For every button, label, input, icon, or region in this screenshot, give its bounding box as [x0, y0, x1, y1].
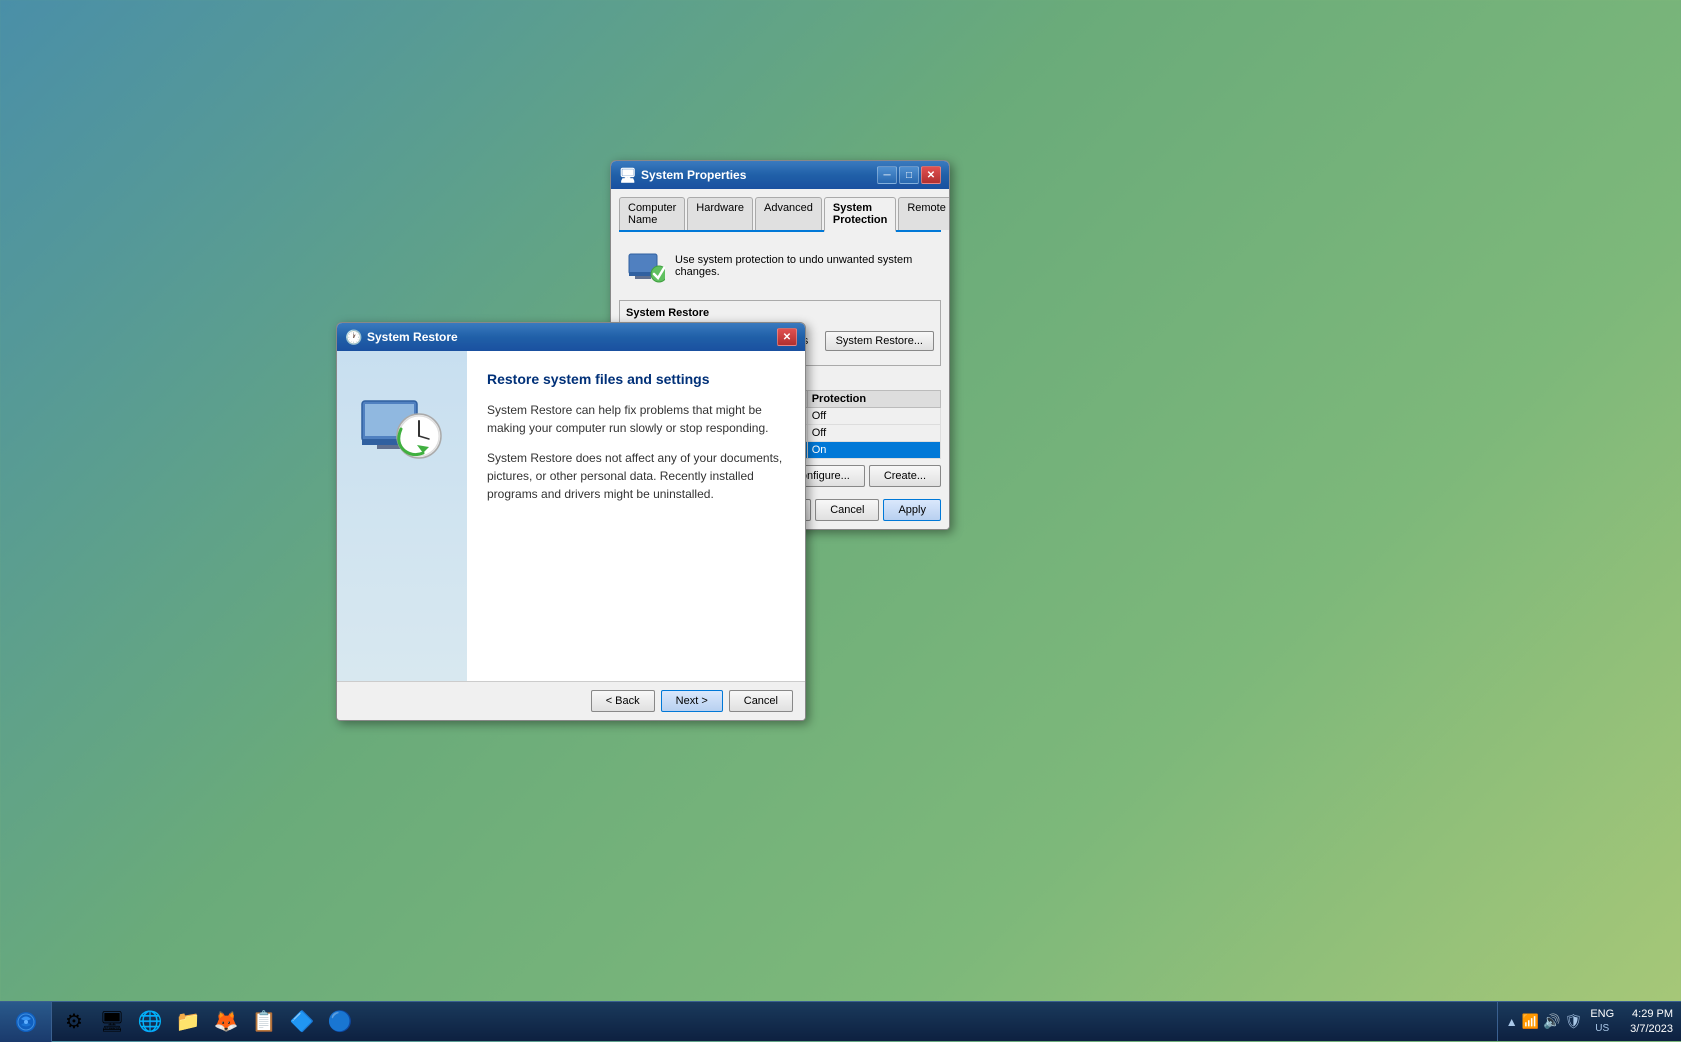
sys-props-icon: 🖥 [619, 167, 635, 183]
restore-dialog-content: Restore system files and settings System… [337, 351, 805, 681]
system-restore-button[interactable]: System Restore... [825, 331, 934, 351]
tab-system-protection[interactable]: System Protection [824, 197, 896, 232]
taskbar-icons: ⚙ 🖥 🌐 📁 🦊 📋 🔷 🔵 [52, 1004, 1497, 1040]
sys-restore-titlebar[interactable]: 🕐 System Restore ✕ [337, 323, 805, 351]
sys-props-titlebar[interactable]: 🖥 System Properties ─ □ ✕ [611, 161, 949, 189]
tray-show-hidden[interactable]: ▲ [1506, 1015, 1518, 1029]
disk-protection: Off [807, 408, 940, 425]
restore-window-controls[interactable]: ✕ [777, 328, 797, 346]
close-button[interactable]: ✕ [921, 166, 941, 184]
tray-security-icon[interactable]: 🛡 [1565, 1013, 1583, 1030]
taskbar-icon-settings[interactable]: ⚙ [56, 1004, 92, 1040]
sys-restore-title: System Restore [367, 330, 777, 344]
taskbar-icon-firefox[interactable]: 🦊 [208, 1004, 244, 1040]
restore-cancel-button[interactable]: Cancel [729, 690, 793, 712]
restore-para1: System Restore can help fix problems tha… [487, 401, 785, 437]
taskbar-tray: ▲ 📶 🔊 🛡 ENG US 4:29 PM 3/7/2023 [1497, 1002, 1681, 1041]
sys-restore-group-label: System Restore [626, 307, 709, 319]
restore-para2: System Restore does not affect any of yo… [487, 449, 785, 503]
restore-illustration [357, 381, 447, 471]
taskbar-icon-computer[interactable]: 🖥 [94, 1004, 130, 1040]
back-button[interactable]: < Back [591, 690, 655, 712]
restore-bottom-buttons: < Back Next > Cancel [337, 681, 805, 720]
desktop: 🖥 System Properties ─ □ ✕ Computer Name … [0, 0, 1681, 1041]
system-restore-dialog: 🕐 System Restore ✕ [336, 322, 806, 721]
sys-props-header: Use system protection to undo unwanted s… [619, 240, 941, 292]
taskbar-icon-board[interactable]: 📋 [246, 1004, 282, 1040]
tab-remote[interactable]: Remote [898, 197, 950, 230]
create-button[interactable]: Create... [869, 465, 941, 487]
maximize-button[interactable]: □ [899, 166, 919, 184]
minimize-button[interactable]: ─ [877, 166, 897, 184]
taskbar-icon-vscode[interactable]: 🔷 [284, 1004, 320, 1040]
start-button[interactable] [0, 1002, 52, 1042]
tabs: Computer Name Hardware Advanced System P… [619, 197, 941, 232]
tray-icons: ▲ 📶 🔊 🛡 [1506, 1013, 1583, 1030]
restore-close-button[interactable]: ✕ [777, 328, 797, 346]
taskbar: ⚙ 🖥 🌐 📁 🦊 📋 🔷 🔵 ▲ 📶 🔊 🛡 ENG US 4:29 PM [0, 1001, 1681, 1041]
tray-date: 3/7/2023 [1630, 1022, 1673, 1036]
tab-computer-name[interactable]: Computer Name [619, 197, 685, 230]
restore-left-panel [337, 351, 467, 681]
cancel-button[interactable]: Cancel [815, 499, 879, 521]
sys-restore-title-icon: 🕐 [345, 329, 361, 345]
tab-hardware[interactable]: Hardware [687, 197, 753, 230]
disk-protection: Off [807, 425, 940, 442]
next-button[interactable]: Next > [661, 690, 723, 712]
taskbar-icon-app[interactable]: 🔵 [322, 1004, 358, 1040]
col-protection: Protection [807, 391, 940, 408]
taskbar-icon-ie[interactable]: 🌐 [132, 1004, 168, 1040]
apply-button[interactable]: Apply [883, 499, 941, 521]
tray-language[interactable]: ENG US [1586, 1008, 1618, 1034]
protection-header-text: Use system protection to undo unwanted s… [675, 254, 935, 278]
taskbar-icon-files[interactable]: 📁 [170, 1004, 206, 1040]
sys-props-title: System Properties [641, 168, 877, 182]
tray-volume-icon[interactable]: 🔊 [1543, 1013, 1560, 1030]
tray-clock[interactable]: 4:29 PM 3/7/2023 [1622, 1007, 1673, 1036]
restore-heading: Restore system files and settings [487, 371, 785, 387]
tab-advanced[interactable]: Advanced [755, 197, 822, 230]
tray-time: 4:29 PM [1632, 1007, 1673, 1021]
tray-network-icon[interactable]: 📶 [1522, 1013, 1539, 1030]
disk-protection: On [807, 442, 940, 459]
protection-icon [625, 246, 665, 286]
window-controls[interactable]: ─ □ ✕ [877, 166, 941, 184]
restore-right-panel: Restore system files and settings System… [467, 351, 805, 681]
